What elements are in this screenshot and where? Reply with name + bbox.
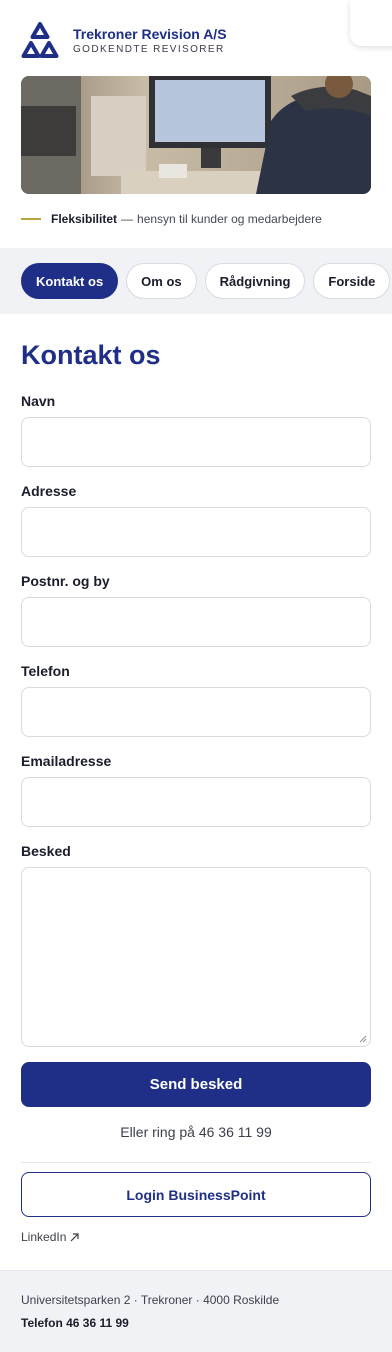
page-title: Kontakt os	[21, 340, 161, 370]
hero-image	[21, 76, 371, 194]
footer-address: Universitetsparken 2 · Trekroner · 4000 …	[21, 1293, 280, 1307]
linkedin-label: LinkedIn	[21, 1230, 67, 1244]
tagline-bold: Fleksibilitet	[51, 212, 118, 226]
external-link-arrow-icon	[70, 1232, 79, 1241]
message-label: Besked	[21, 843, 71, 859]
email-label: Emailadresse	[21, 753, 112, 769]
address-label: Adresse	[21, 483, 77, 499]
site-header: Trekroner Revision A/S GODKENDTE REVISOR…	[21, 22, 227, 60]
brand-text: Trekroner Revision A/S GODKENDTE REVISOR…	[73, 26, 227, 56]
nav-pill-kontakt-os[interactable]: Kontakt os	[21, 263, 119, 299]
email-field[interactable]	[21, 777, 371, 827]
linkedin-link[interactable]: LinkedIn	[21, 1230, 79, 1244]
address-field[interactable]	[21, 507, 371, 557]
nav-pill-raadgivning[interactable]: Rådgivning	[204, 263, 306, 299]
message-textarea[interactable]	[21, 867, 371, 1047]
postal-city-label: Postnr. og by	[21, 573, 110, 589]
site-footer: Universitetsparken 2 · Trekroner · 4000 …	[0, 1270, 392, 1352]
section-nav: Kontakt os Om os Rådgivning Forside	[0, 248, 392, 314]
tagline-accent-line	[21, 218, 41, 220]
trekroner-logo-icon	[21, 22, 59, 58]
divider	[21, 1162, 371, 1163]
tagline: Fleksibilitet — hensyn til kunder og med…	[21, 212, 322, 226]
brand-subtitle: GODKENDTE REVISORER	[73, 44, 225, 55]
phone-field[interactable]	[21, 687, 371, 737]
postal-city-field[interactable]	[21, 597, 371, 647]
footer-phone: Telefon 46 36 11 99	[21, 1316, 129, 1330]
call-text: Eller ring på 46 36 11 99	[120, 1124, 272, 1140]
name-field[interactable]	[21, 417, 371, 467]
corner-menu-tab[interactable]	[350, 0, 392, 46]
office-photo	[21, 76, 371, 194]
resize-grip-icon[interactable]	[359, 1035, 367, 1043]
phone-label: Telefon	[21, 663, 70, 679]
login-businesspoint-button[interactable]: Login BusinessPoint	[21, 1172, 371, 1217]
tagline-dash: —	[121, 212, 134, 226]
send-button[interactable]: Send besked	[21, 1062, 371, 1107]
nav-pill-om-os[interactable]: Om os	[126, 263, 197, 299]
tagline-text: hensyn til kunder og medarbejdere	[137, 212, 322, 226]
nav-pill-forside[interactable]: Forside	[313, 263, 391, 299]
brand-name: Trekroner Revision A/S	[73, 26, 227, 42]
name-label: Navn	[21, 393, 56, 409]
